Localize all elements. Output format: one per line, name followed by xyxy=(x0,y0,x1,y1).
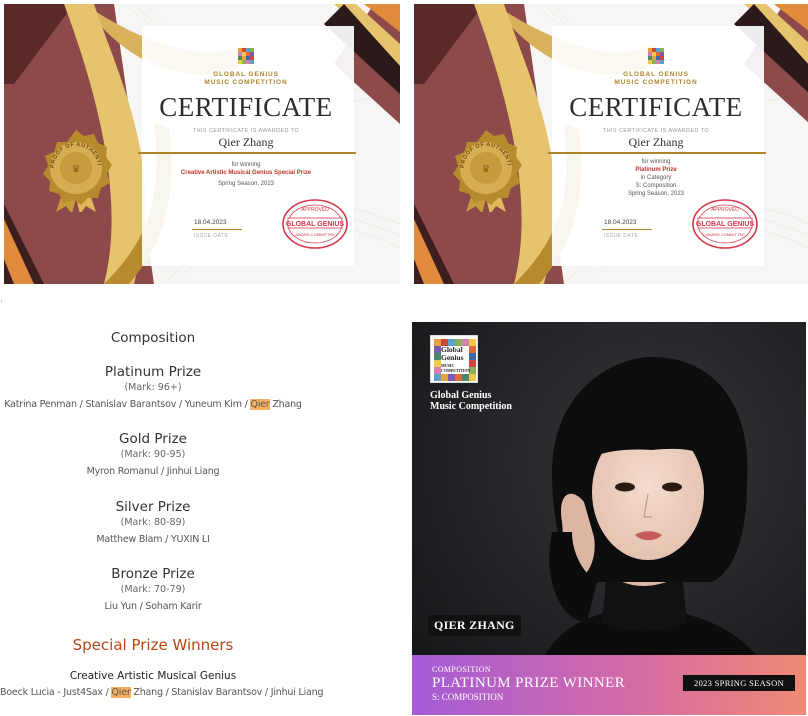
gold-prize-winners: Myron Romanul / Jinhui Liang xyxy=(86,466,220,477)
stamp-main-text: GLOBAL GENIUS xyxy=(286,221,345,228)
highlighted-name: Qier xyxy=(111,687,131,698)
competition-logo xyxy=(238,48,254,64)
svg-text:♛: ♛ xyxy=(482,164,491,175)
bronze-prize-title: Bronze Prize xyxy=(111,566,195,582)
issue-date-label: ISSUE DATE xyxy=(194,233,229,239)
approved-stamp-icon: APPROVED GLOBAL GENIUS AWARD COMMITTEE xyxy=(282,199,348,249)
approved-stamp-icon: APPROVED GLOBAL GENIUS AWARD COMMITTEE xyxy=(692,199,758,249)
side-mark: ↑ xyxy=(0,299,3,305)
silver-prize-winners: Matthew Blam / YUXIN LI xyxy=(96,534,210,545)
winner-names: Boeck Lucia - Just4Sax / xyxy=(0,687,112,698)
logo-text-competition: COMPETITION xyxy=(441,368,471,373)
bronze-prize-winners: Liu Yun / Soham Karir xyxy=(104,601,202,612)
org-name-line1: GLOBAL GENIUS xyxy=(213,71,279,78)
winner-names: Zhang xyxy=(269,399,302,410)
in-category-label: in Category xyxy=(640,175,672,181)
section-title: Composition xyxy=(110,330,196,346)
svg-text:♛: ♛ xyxy=(72,164,81,175)
platinum-prize-title: Platinum Prize xyxy=(104,364,202,380)
name-underline xyxy=(548,152,766,154)
stamp-top-text: APPROVED xyxy=(301,207,329,213)
platinum-prize-mark: (Mark: 96+) xyxy=(124,382,182,393)
org-name-line1: GLOBAL GENIUS xyxy=(623,71,689,78)
authenticity-seal-icon: ♛ PROOF OF AUTHENTICITY xyxy=(444,128,522,212)
certificate-title: CERTIFICATE xyxy=(159,92,333,122)
name-underline xyxy=(138,152,356,154)
season-badge: 2023 SPRING SEASON xyxy=(683,675,795,691)
issue-date-label: ISSUE DATE xyxy=(604,233,639,239)
winner-card: Global Genius MUSIC COMPETITION Global G… xyxy=(412,322,806,715)
issue-date: 18.04.2023 xyxy=(194,219,227,226)
winner-names: Katrina Penman / Stanislav Barantsov / Y… xyxy=(4,399,251,410)
date-underline xyxy=(192,229,242,230)
prize-name: Platinum Prize xyxy=(635,167,677,173)
awarded-to-label: THIS CERTIFICATE IS AWARDED TO xyxy=(192,128,300,134)
awarded-to-label: THIS CERTIFICATE IS AWARDED TO xyxy=(602,128,710,134)
winner-name-tag: QIER ZHANG xyxy=(428,615,521,636)
competition-logo xyxy=(648,48,664,64)
org-name-line1: Global Genius xyxy=(430,390,492,401)
winner-names: Zhang / Stanislav Barantsov / Jinhui Lia… xyxy=(130,687,324,698)
issue-date: 18.04.2023 xyxy=(604,219,637,226)
stamp-main-text: GLOBAL GENIUS xyxy=(696,221,755,228)
org-name-line2: MUSIC COMPETITION xyxy=(614,79,698,86)
date-underline xyxy=(602,229,652,230)
season-label: Spring Season, 2023 xyxy=(217,181,275,187)
silver-prize-title: Silver Prize xyxy=(115,499,191,515)
banner-category-small: COMPOSITION xyxy=(432,665,492,674)
prize-name: Creative Artistic Musical Genius Special… xyxy=(180,170,312,176)
category-name: S: Composition xyxy=(635,183,677,189)
recipient-name: Qier Zhang xyxy=(628,135,684,149)
certificate-platinum-prize: GLOBAL GENIUS MUSIC COMPETITION CERTIFIC… xyxy=(414,4,808,284)
for-winning-label: for winning xyxy=(231,162,261,168)
platinum-prize-winners: Katrina Penman / Stanislav Barantsov / Y… xyxy=(0,399,306,410)
authenticity-seal-icon: ♛ PROOF OF AUTHENTICITY xyxy=(34,128,112,212)
for-winning-label: for winning xyxy=(641,159,671,165)
special-prize-title: Special Prize Winners xyxy=(72,636,234,654)
org-name-line2: Music Competition xyxy=(430,401,512,412)
banner-category: S: COMPOSITION xyxy=(432,692,504,702)
certificate-title: CERTIFICATE xyxy=(569,92,743,122)
gold-prize-mark: (Mark: 90-95) xyxy=(120,449,186,460)
logo-text-genius: Genius xyxy=(441,353,464,362)
banner-award: PLATINUM PRIZE WINNER xyxy=(432,675,626,691)
special-prize-winners: Boeck Lucia - Just4Sax / Qier Zhang / St… xyxy=(0,687,324,698)
highlighted-name: Qier xyxy=(250,399,270,410)
stamp-bottom-text: AWARD COMMITTEE xyxy=(705,232,745,237)
competition-logo: Global Genius MUSIC COMPETITION xyxy=(430,335,478,383)
recipient-name: Qier Zhang xyxy=(218,135,274,149)
season-label: Spring Season, 2023 xyxy=(627,191,685,197)
gold-prize-title: Gold Prize xyxy=(119,431,187,447)
silver-prize-mark: (Mark: 80-89) xyxy=(120,517,186,528)
org-name-line2: MUSIC COMPETITION xyxy=(204,79,288,86)
stamp-bottom-text: AWARD COMMITTEE xyxy=(295,232,335,237)
special-prize-category: Creative Artistic Musical Genius xyxy=(69,670,237,682)
bronze-prize-mark: (Mark: 70-79) xyxy=(120,584,186,595)
certificate-special-prize: GLOBAL GENIUS MUSIC COMPETITION CERTIFIC… xyxy=(4,4,400,284)
stamp-top-text: APPROVED xyxy=(711,207,739,213)
award-banner: COMPOSITION PLATINUM PRIZE WINNER S: COM… xyxy=(412,655,806,715)
